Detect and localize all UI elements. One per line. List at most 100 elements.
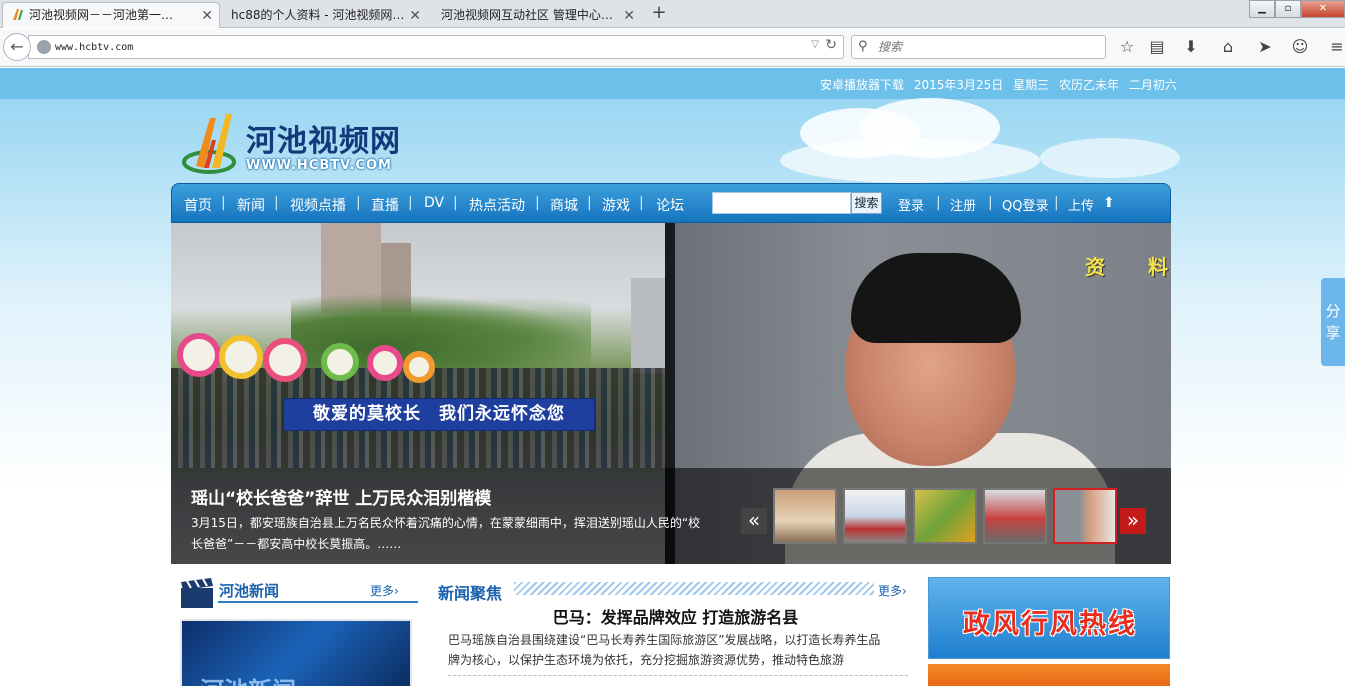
logo-text: 河池视频网: [246, 124, 401, 159]
close-tab-icon[interactable]: ✕: [201, 4, 213, 28]
nav-separator: |: [453, 195, 458, 211]
hcbtv-favicon-icon: [11, 5, 25, 20]
share-tab[interactable]: 分享: [1321, 278, 1345, 366]
slider-thumb-1[interactable]: [773, 488, 837, 544]
nav-separator: |: [356, 195, 361, 211]
close-tab-icon[interactable]: ✕: [623, 4, 635, 28]
chat-icon[interactable]: ☺: [1289, 37, 1311, 59]
history-dropdown-icon[interactable]: ▽: [811, 39, 819, 50]
site-logo[interactable]: 河池视频网 WWW.HCBTV.COM: [182, 108, 412, 176]
building-shape: [631, 278, 665, 373]
slider-thumb-5[interactable]: [1053, 488, 1117, 544]
date-text: 2015年3月25日: [913, 78, 1004, 92]
nav-home[interactable]: 首页: [184, 195, 212, 215]
home-icon[interactable]: ⌂: [1217, 37, 1239, 59]
browser-tab-3[interactable]: 河池视频网互动社区 管理中心… ✕: [432, 2, 642, 28]
wreath-shape: [177, 333, 221, 377]
lunar-year-text: 农历乙未年: [1058, 78, 1119, 92]
news-focus-section: 新闻聚焦 更多› 巴马：发挥品牌效应 打造旅游名县 巴马瑶族自治县围绕建设“巴马…: [438, 574, 913, 686]
news-focus-title[interactable]: 新闻聚焦: [438, 580, 502, 604]
browser-tab-2[interactable]: hc88的个人资料 - 河池视频网… ✕: [222, 2, 428, 28]
secondary-banner[interactable]: [928, 664, 1170, 686]
news-focus-more-link[interactable]: 更多›: [878, 582, 907, 599]
upload-link[interactable]: 上传: [1068, 195, 1094, 214]
address-bar[interactable]: ▽ ↻: [28, 35, 844, 59]
hechi-news-more-link[interactable]: 更多›: [370, 582, 399, 599]
register-link[interactable]: 注册: [950, 195, 976, 214]
back-button-icon[interactable]: ←: [3, 33, 31, 61]
wreath-shape: [321, 343, 359, 381]
android-player-download-link[interactable]: 安卓播放器下载: [820, 78, 904, 92]
nav-forum[interactable]: 论坛: [656, 195, 684, 215]
slider-prev-icon[interactable]: «: [741, 508, 767, 534]
nav-live[interactable]: 直播: [371, 195, 399, 215]
hechi-news-section: 河池新闻 更多› 河池新闻: [174, 574, 420, 686]
browser-search-input[interactable]: [878, 39, 1098, 55]
hotline-banner[interactable]: 政风行风热线: [928, 577, 1170, 659]
menu-icon[interactable]: ≡: [1326, 37, 1345, 59]
news-focus-headline[interactable]: 巴马：发挥品牌效应 打造旅游名县: [438, 604, 913, 628]
browser-search-box[interactable]: ⚲: [851, 35, 1106, 59]
slider-title[interactable]: 瑶山“校长爸爸”辞世 上万民众泪别楷模: [191, 484, 491, 509]
nav-separator: |: [1054, 195, 1059, 211]
wreath-shape: [263, 338, 307, 382]
slider-next-icon[interactable]: »: [1120, 508, 1146, 534]
site-search-button[interactable]: 搜索: [851, 192, 882, 214]
download-icon[interactable]: ⬇: [1180, 37, 1202, 59]
close-tab-icon[interactable]: ✕: [409, 4, 421, 28]
web-page: 安卓播放器下载 2015年3月25日 星期三 农历乙未年 二月初六 河池视频网 …: [0, 68, 1345, 686]
slider-thumb-3[interactable]: [913, 488, 977, 544]
url-input[interactable]: [55, 39, 755, 55]
hair-shape: [851, 253, 1021, 343]
nav-news[interactable]: 新闻: [237, 195, 265, 215]
cloud-decoration: [1040, 138, 1180, 178]
main-navigation: 首页 | 新闻 | 视频点播 | 直播 | DV | 热点活动 | 商城 | 游…: [171, 183, 1171, 223]
news-slider[interactable]: 敬爱的莫校长 我们永远怀念您 资 料 瑶山“校长爸爸”辞世 上万民众泪别楷模 3…: [171, 223, 1171, 564]
hotline-banner-text: 政风行风热线: [963, 609, 1137, 640]
browser-toolbar: ▽ ↻ ← ⚲ ☆ ▤ ⬇ ⌂ ➤ ☺ ≡: [0, 29, 1345, 67]
nav-hot-events[interactable]: 热点活动: [469, 195, 525, 215]
memorial-banner: 敬爱的莫校长 我们永远怀念您: [283, 398, 595, 431]
nav-games[interactable]: 游戏: [602, 195, 630, 215]
close-window-icon[interactable]: ✕: [1301, 0, 1345, 18]
browser-tab-title: 河池视频网－－河池第一…: [29, 8, 174, 22]
slider-description: 3月15日，都安瑶族自治县上万名民众怀着沉痛的心情，在蒙蒙细雨中，挥泪送别瑶山人…: [191, 516, 701, 551]
slider-thumb-4[interactable]: [983, 488, 1047, 544]
nav-separator: |: [535, 195, 540, 211]
nav-mall[interactable]: 商城: [550, 195, 578, 215]
nav-separator: |: [988, 195, 993, 211]
weekday-text: 星期三: [1013, 78, 1050, 92]
wreath-shape: [367, 345, 403, 381]
browser-tab-strip: 河池视频网－－河池第一… ✕ hc88的个人资料 - 河池视频网… ✕ 河池视频…: [0, 0, 1345, 28]
star-icon[interactable]: ☆: [1116, 37, 1138, 59]
maximize-icon[interactable]: ▫: [1275, 0, 1301, 18]
slider-thumb-2[interactable]: [843, 488, 907, 544]
date-info: 安卓播放器下载 2015年3月25日 星期三 农历乙未年 二月初六: [820, 76, 1183, 93]
nav-vod[interactable]: 视频点播: [290, 195, 346, 215]
browser-tab-1[interactable]: 河池视频网－－河池第一… ✕: [2, 2, 220, 28]
send-icon[interactable]: ➤: [1254, 37, 1276, 59]
top-info-bar: 安卓播放器下载 2015年3月25日 星期三 农历乙未年 二月初六: [0, 68, 1345, 99]
nav-separator: |: [274, 195, 279, 211]
logo-url-text: WWW.HCBTV.COM: [246, 158, 392, 173]
search-icon: ⚲: [858, 39, 868, 54]
nav-separator: |: [408, 195, 413, 211]
hechi-news-video-thumb[interactable]: 河池新闻: [180, 619, 412, 686]
nav-dv[interactable]: DV: [424, 195, 444, 211]
login-link[interactable]: 登录: [898, 195, 924, 214]
lunar-day-text: 二月初六: [1128, 78, 1177, 92]
section-underline: [218, 601, 418, 603]
new-tab-button[interactable]: +: [648, 2, 670, 26]
archive-overlay-text: 资 料: [1085, 255, 1168, 279]
minimize-icon[interactable]: ▁: [1249, 0, 1275, 18]
site-search-input[interactable]: [712, 192, 851, 214]
browser-tab-title: 河池视频网互动社区 管理中心…: [441, 8, 613, 22]
news-focus-summary: 巴马瑶族自治县围绕建设“巴马长寿养生国际旅游区”发展战略，以打造长寿养生品牌为核…: [448, 633, 881, 667]
qq-login-link[interactable]: QQ登录: [1002, 195, 1048, 214]
reload-icon[interactable]: ↻: [825, 37, 837, 53]
upload-arrow-icon[interactable]: ⬆: [1103, 195, 1115, 211]
window-controls: ▁ ▫ ✕: [1249, 0, 1345, 20]
hechi-news-title[interactable]: 河池新闻: [219, 580, 279, 601]
reading-list-icon[interactable]: ▤: [1146, 37, 1168, 59]
wreath-shape: [403, 351, 435, 383]
